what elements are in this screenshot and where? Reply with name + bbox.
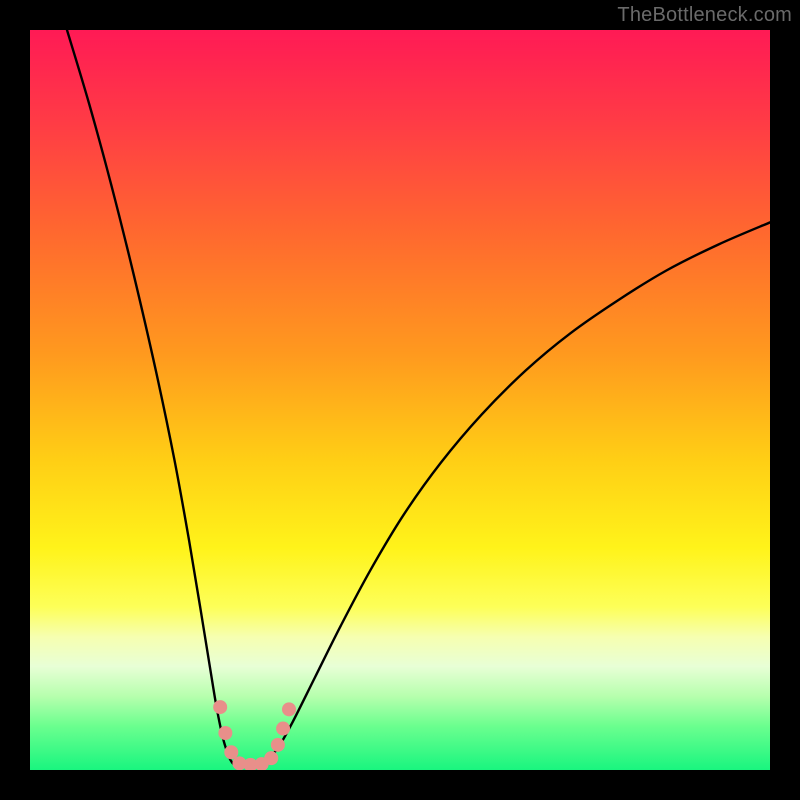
curve-marker (276, 722, 290, 736)
gradient-background (30, 30, 770, 770)
curve-marker (264, 751, 278, 765)
curve-marker (218, 726, 232, 740)
chart-svg (30, 30, 770, 770)
watermark-text: TheBottleneck.com (617, 4, 792, 27)
plot-area (30, 30, 770, 770)
curve-marker (213, 700, 227, 714)
curve-marker (282, 702, 296, 716)
outer-frame: TheBottleneck.com (0, 0, 800, 800)
curve-marker (271, 738, 285, 752)
